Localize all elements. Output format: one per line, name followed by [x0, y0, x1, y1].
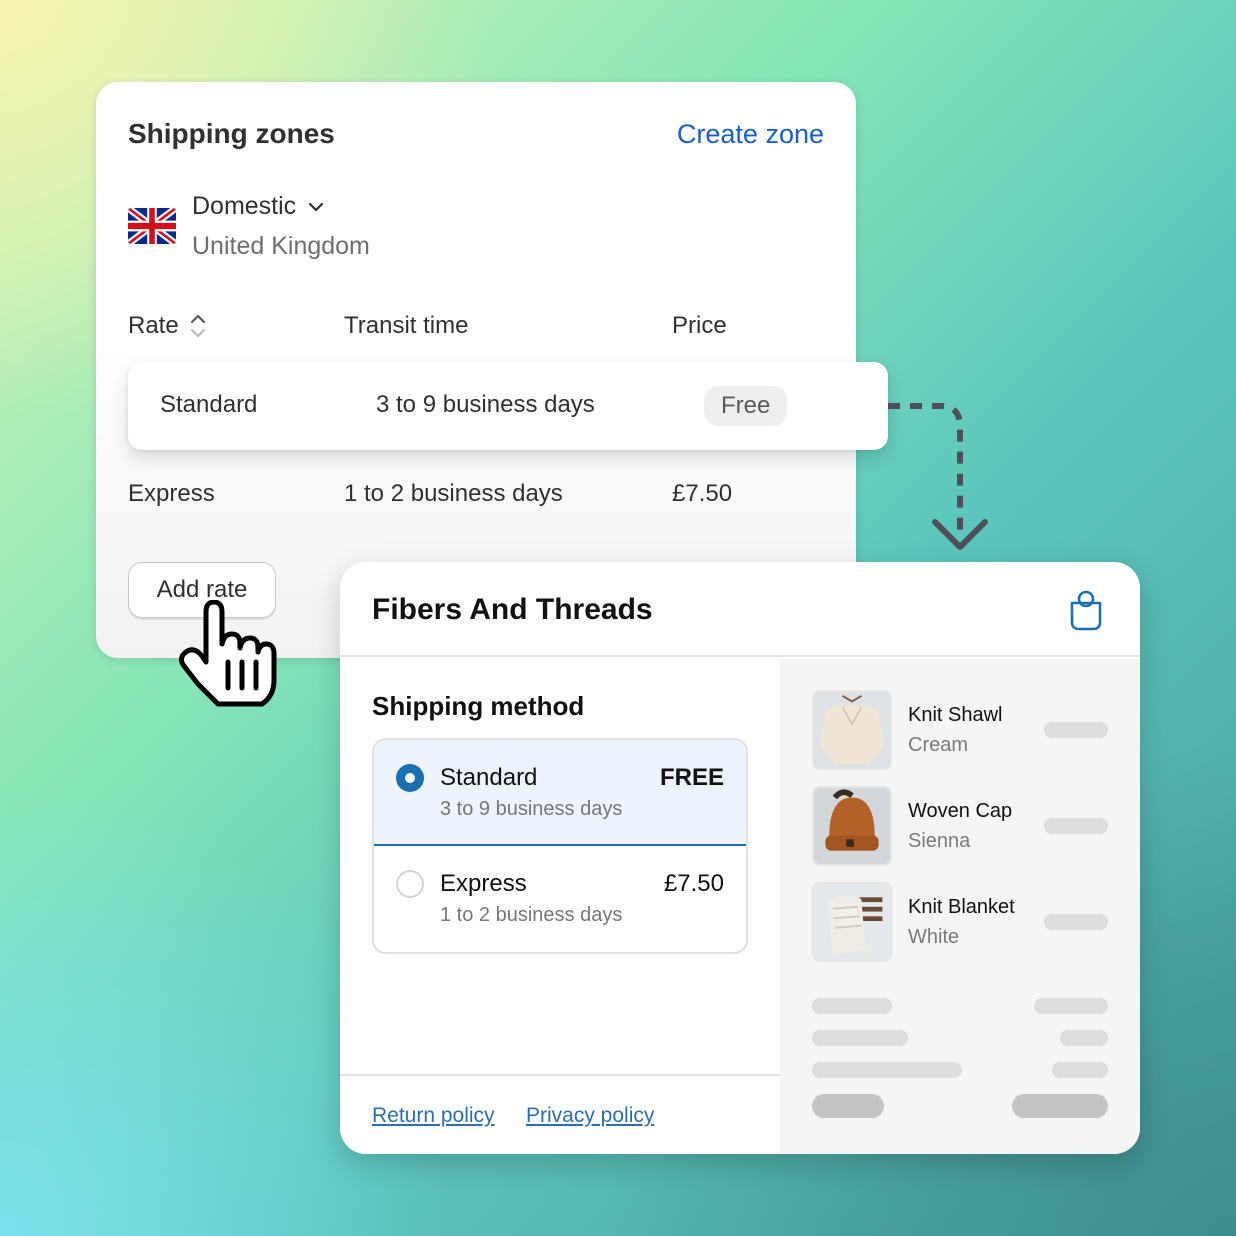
zone-name: Domestic: [192, 192, 297, 220]
column-header-rate[interactable]: Rate: [128, 312, 207, 340]
shipping-zones-title: Shipping zones: [128, 118, 335, 149]
return-policy-link[interactable]: Return policy: [372, 1104, 495, 1128]
create-zone-link[interactable]: Create zone: [677, 119, 824, 150]
dashed-arrow-icon: [888, 403, 988, 550]
option-price: FREE: [659, 764, 724, 791]
item-variant: Sienna: [908, 830, 971, 852]
total-value-placeholder: [1012, 1094, 1108, 1118]
rate-row-standard-name: Standard: [160, 391, 258, 418]
summary-value-placeholder: [1052, 1062, 1108, 1078]
item-name: Woven Cap: [908, 800, 1013, 822]
column-header-price: Price: [672, 312, 727, 339]
product-image-knit-blanket: [812, 882, 892, 962]
rate-row-express-price: £7.50: [672, 480, 733, 507]
shipping-option-standard[interactable]: Standard 3 to 9 business days FREE: [374, 740, 746, 846]
option-days: 1 to 2 business days: [440, 904, 623, 926]
checkout-footer: Return policy Privacy policy: [340, 1074, 780, 1154]
checkout-header: Fibers And Threads: [340, 562, 1140, 657]
option-name: Express: [440, 870, 527, 897]
item-name: Knit Shawl: [908, 704, 1003, 726]
zone-country: United Kingdom: [192, 232, 370, 260]
radio-selected[interactable]: [396, 764, 424, 792]
sort-icon[interactable]: [189, 312, 207, 340]
option-days: 3 to 9 business days: [440, 798, 623, 820]
product-image-woven-cap: [812, 786, 892, 866]
rate-row-express-transit: 1 to 2 business days: [344, 480, 563, 507]
rate-row-standard-transit: 3 to 9 business days: [376, 391, 595, 418]
cart-item: Knit Blanket White: [812, 882, 1112, 962]
summary-value-placeholder: [1060, 1030, 1108, 1046]
rate-row-express-name: Express: [128, 480, 215, 507]
total-label-placeholder: [812, 1094, 884, 1118]
uk-flag-icon: [128, 208, 176, 244]
zone-selector[interactable]: Domestic: [192, 192, 326, 221]
item-price-placeholder: [1044, 818, 1108, 834]
shipping-method-title: Shipping method: [372, 691, 585, 721]
shopping-bag-icon[interactable]: [1068, 588, 1104, 632]
item-name: Knit Blanket: [908, 896, 1015, 918]
radio-unselected[interactable]: [396, 870, 424, 898]
checkout-card: Fibers And Threads Shipping method Stand…: [340, 562, 1140, 1154]
order-summary: Knit Shawl Cream Woven Cap Sienna Knit B…: [780, 659, 1140, 1154]
cart-item: Knit Shawl Cream: [812, 690, 1112, 770]
chevron-down-icon: [309, 202, 324, 211]
column-header-transit: Transit time: [344, 312, 469, 339]
product-image-knit-shawl: [812, 690, 892, 770]
option-price: £7.50: [663, 870, 724, 897]
privacy-policy-link[interactable]: Privacy policy: [526, 1104, 654, 1128]
column-label-rate: Rate: [128, 312, 179, 339]
free-badge: Free: [704, 386, 788, 426]
rate-row-standard[interactable]: Standard 3 to 9 business days Free: [128, 362, 888, 450]
item-variant: Cream: [908, 734, 969, 756]
summary-label-placeholder: [812, 1030, 908, 1046]
option-name: Standard: [440, 764, 538, 791]
hand-pointer-cursor-icon: [178, 600, 277, 707]
item-variant: White: [908, 926, 960, 948]
item-price-placeholder: [1044, 914, 1108, 930]
item-price-placeholder: [1044, 722, 1108, 738]
store-name: Fibers And Threads: [372, 593, 653, 626]
summary-label-placeholder: [812, 1062, 962, 1078]
summary-value-placeholder: [1034, 998, 1108, 1014]
checkout-main: Shipping method Standard 3 to 9 business…: [340, 659, 780, 1154]
summary-label-placeholder: [812, 998, 892, 1014]
shipping-option-express[interactable]: Express 1 to 2 business days £7.50: [374, 846, 746, 952]
shipping-options: Standard 3 to 9 business days FREE Expre…: [372, 738, 748, 954]
cart-item: Woven Cap Sienna: [812, 786, 1112, 866]
